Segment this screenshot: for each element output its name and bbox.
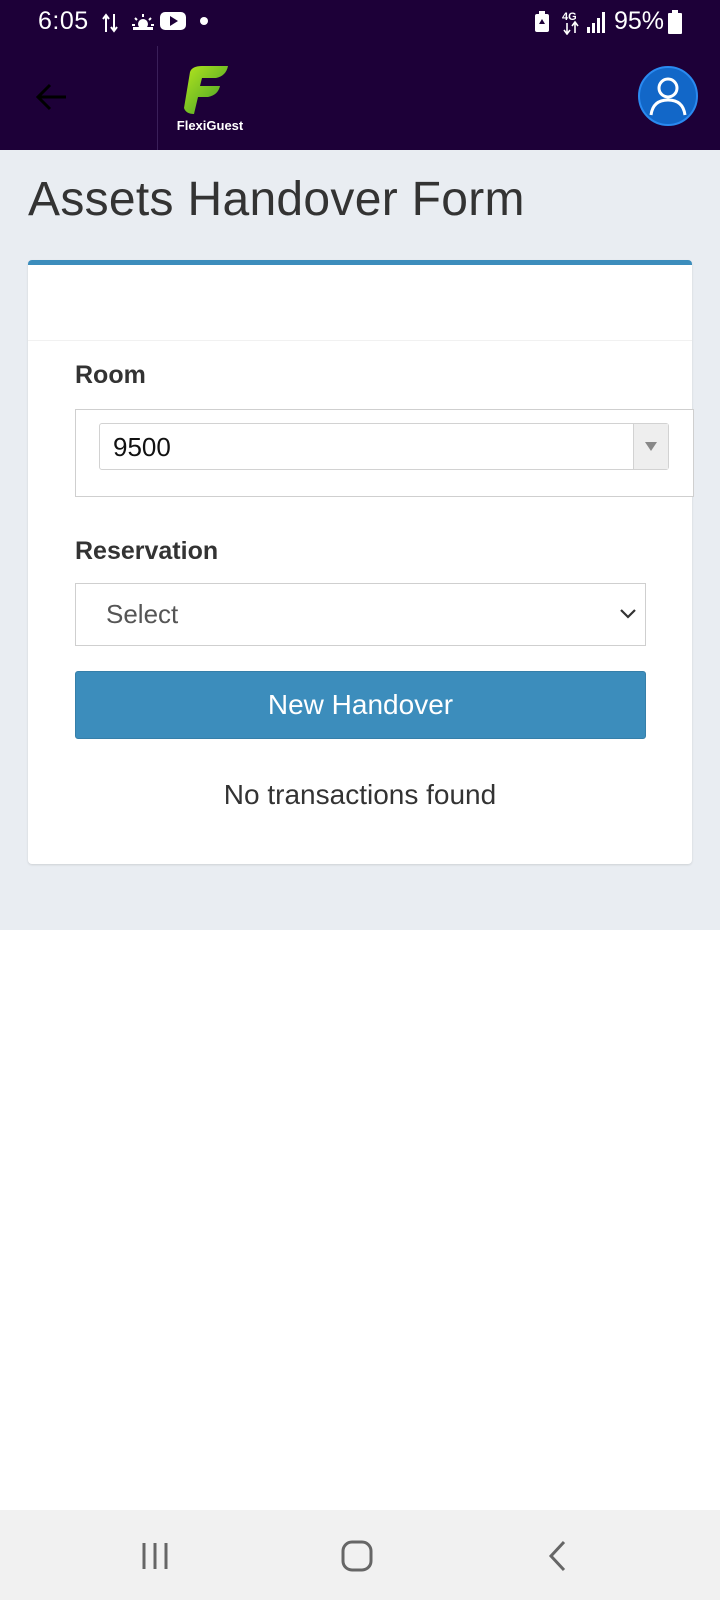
room-dropdown-arrow[interactable] [633, 424, 668, 469]
chevron-down-icon [620, 609, 636, 619]
status-time: 6:05 [38, 7, 89, 35]
system-nav-bar [0, 1510, 720, 1600]
empty-state-message: No transactions found [223, 779, 497, 810]
header-divider [157, 46, 158, 150]
page-title: Assets Handover Form [28, 173, 525, 226]
new-handover-button[interactable]: New Handover [75, 671, 646, 739]
notification-dot-icon [200, 17, 208, 25]
home-icon [341, 1540, 373, 1572]
profile-avatar-button[interactable] [638, 66, 698, 126]
weather-icon [132, 14, 154, 30]
recent-apps-button[interactable] [125, 1534, 185, 1578]
youtube-icon [160, 12, 186, 30]
svg-text:4G: 4G [562, 11, 577, 23]
app-header: FlexiGuest [0, 46, 720, 150]
room-label: Room [75, 361, 146, 389]
main-content: Assets Handover Form Room 9500 Reservati… [0, 150, 720, 930]
network-4g-icon: 4G [562, 11, 579, 35]
status-bar: 6:05 4G 95% [0, 0, 720, 46]
battery-icon [668, 10, 682, 34]
back-nav-button[interactable] [528, 1534, 588, 1578]
room-selected-value: 9500 [113, 432, 171, 462]
reservation-selected-value: Select [106, 599, 179, 629]
room-select[interactable]: 9500 [99, 423, 669, 470]
card-header [28, 265, 692, 341]
data-transfer-icon [102, 13, 118, 33]
signal-icon [587, 12, 605, 33]
recent-apps-icon [142, 1543, 168, 1569]
battery-saver-icon [535, 11, 549, 32]
brand-name: FlexiGuest [176, 118, 244, 133]
arrow-left-icon [35, 83, 66, 111]
back-nav-icon [548, 1540, 566, 1572]
battery-percent: 95% [614, 7, 665, 35]
reservation-label: Reservation [75, 537, 219, 565]
user-avatar-icon [649, 77, 687, 116]
back-button[interactable] [28, 74, 74, 120]
home-button[interactable] [327, 1534, 387, 1578]
room-field-container: 9500 [75, 409, 694, 497]
triangle-down-icon [645, 441, 657, 451]
reservation-select[interactable]: Select [75, 583, 646, 646]
handover-form-card: Room 9500 Reservation Select New Handove… [28, 260, 694, 864]
